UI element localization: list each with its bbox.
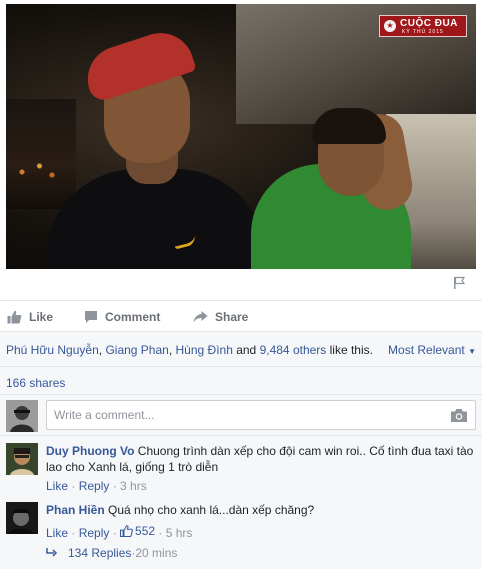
post-media[interactable]: ★ CUỘC ĐUA KỲ THÚ 2015 (0, 0, 482, 296)
comment-time[interactable]: 5 hrs (166, 526, 193, 540)
report-flag-icon[interactable] (452, 276, 466, 290)
person-right-hair (312, 108, 386, 144)
camera-icon[interactable] (450, 408, 468, 423)
watermark-title: CUỘC ĐUA (400, 18, 458, 29)
divider (0, 394, 482, 395)
comment-body: Duy Phuong Vo Chuong trình dàn xếp cho đ… (46, 443, 474, 494)
view-replies-link[interactable]: 134 Replies · 20 mins (46, 546, 177, 560)
comment-content: Phan Hiền Quá nhọ cho xanh lá...dàn xếp … (46, 502, 474, 518)
show-watermark-logo: ★ CUỘC ĐUA KỲ THÚ 2015 (379, 15, 467, 37)
comment-reply-link[interactable]: Reply (79, 479, 110, 493)
comment-meta: Like · Reply · 552 · 5 hrs (46, 523, 474, 541)
like-label: Like (29, 310, 54, 324)
comment-body: Phan Hiền Quá nhọ cho xanh lá...dàn xếp … (46, 502, 474, 541)
meta-dot: · (109, 526, 121, 540)
comment-author[interactable]: Duy Phuong Vo (46, 444, 134, 458)
street-lights (12, 154, 62, 184)
like-count-value: 552 (135, 524, 156, 538)
comment-text: Quá nhọ cho xanh lá...dàn xếp chăng? (108, 503, 315, 517)
meta-dot: · (68, 526, 79, 540)
share-button[interactable]: Share (193, 308, 248, 326)
others-likers-link[interactable]: 9,484 others (260, 343, 327, 357)
commenter-avatar[interactable] (6, 502, 38, 534)
comment-content: Duy Phuong Vo Chuong trình dàn xếp cho đ… (46, 443, 474, 475)
replies-count[interactable]: 134 Replies (68, 546, 131, 560)
liker-separator: , (168, 343, 176, 357)
share-label: Share (215, 310, 249, 324)
show-logo-icon: ★ (384, 20, 396, 32)
liker-link[interactable]: Hùng Đình (176, 343, 233, 357)
meta-dot: · (109, 479, 121, 493)
likers-and: and (232, 343, 260, 357)
likers-summary: Phú Hữu Nguyễn, Giang Phan, Hùng Đình an… (6, 343, 373, 357)
video-frame[interactable]: ★ CUỘC ĐUA KỲ THÚ 2015 (6, 4, 476, 269)
person-left-shirt (46, 169, 266, 269)
thumbs-up-icon (7, 310, 22, 324)
reply-arrow-icon (46, 548, 58, 557)
watermark-subtitle: KỲ THÚ 2015 (402, 29, 444, 35)
comment-like-link[interactable]: Like (46, 479, 68, 493)
divider (0, 366, 482, 367)
post-action-bar: Like Comment Share (0, 300, 482, 330)
comment-input[interactable] (46, 400, 476, 430)
likers-suffix: like this. (326, 343, 373, 357)
comment-sort-dropdown[interactable]: Most Relevant ▼ (388, 343, 476, 357)
sort-label: Most Relevant (388, 343, 465, 357)
reactions-comments-panel: Phú Hữu Nguyễn, Giang Phan, Hùng Đình an… (0, 331, 482, 569)
shares-count-link[interactable]: 166 shares (6, 376, 65, 390)
like-button[interactable]: Like (7, 308, 53, 326)
comment-button[interactable]: Comment (84, 308, 160, 326)
comment-reply-link[interactable]: Reply (79, 526, 110, 540)
meta-dot: · (68, 479, 79, 493)
comment-meta: Like · Reply · 3 hrs (46, 478, 474, 494)
comment-composer (6, 400, 476, 434)
current-user-avatar[interactable] (6, 400, 38, 432)
share-arrow-icon (193, 311, 208, 323)
comment-bubble-icon (85, 311, 97, 323)
comment-label: Comment (105, 310, 161, 324)
divider (0, 435, 482, 436)
comment-author[interactable]: Phan Hiền (46, 503, 105, 517)
chevron-down-icon: ▼ (468, 347, 476, 356)
replies-time: 20 mins (135, 546, 178, 560)
liker-link[interactable]: Phú Hữu Nguyễn (6, 343, 99, 357)
commenter-avatar[interactable] (6, 443, 38, 475)
comment-like-link[interactable]: Like (46, 526, 68, 540)
liker-link[interactable]: Giang Phan (105, 343, 168, 357)
comment-time[interactable]: 3 hrs (120, 479, 147, 493)
meta-dot: · (155, 526, 166, 540)
thumbs-up-icon (120, 525, 133, 537)
comment-like-count[interactable]: 552 (120, 523, 155, 539)
